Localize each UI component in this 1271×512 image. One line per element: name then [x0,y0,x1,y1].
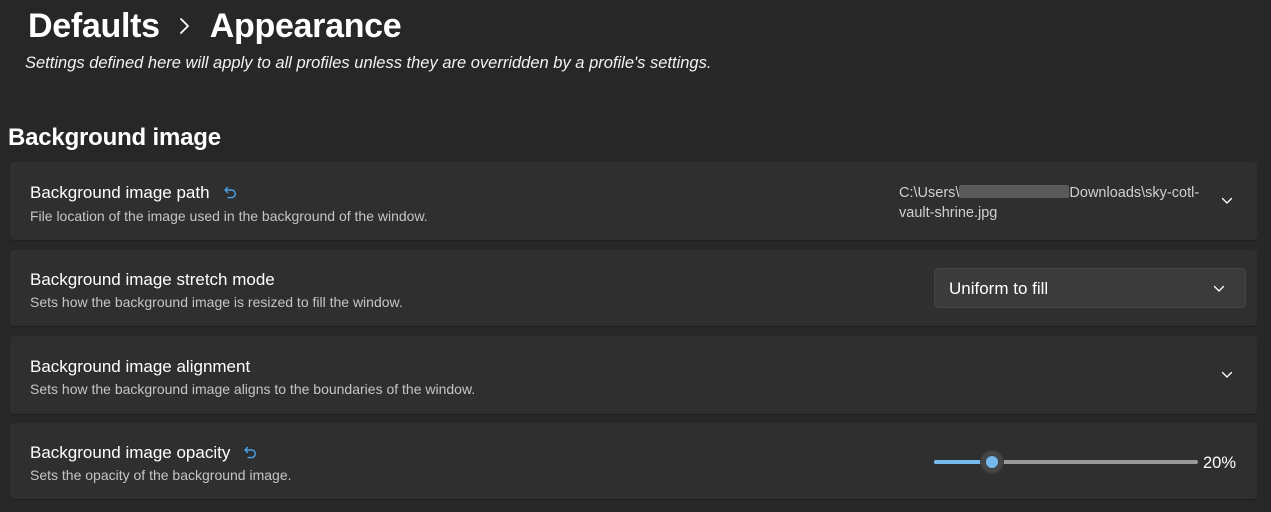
stretch-mode-selected: Uniform to fill [949,279,1049,298]
path-value: C:\Users\ Downloads\sky-cotl-vault-shrine… [899,183,1209,223]
setting-description: File location of the image used in the b… [30,208,428,224]
undo-icon[interactable] [222,185,238,201]
breadcrumb-root[interactable]: Defaults [28,7,160,46]
breadcrumb-current: Appearance [209,6,402,45]
section-title: Background image [8,124,221,151]
undo-icon[interactable] [242,445,258,461]
setting-title: Background image stretch mode [30,270,275,289]
chevron-right-icon [178,16,192,36]
settings-page: Defaults Appearance Settings defined her… [0,0,1271,512]
path-value-prefix: C:\Users\ [899,185,960,201]
redacted-username [959,185,1070,198]
chevron-down-icon[interactable] [1219,193,1235,209]
chevron-down-icon [1211,281,1227,297]
setting-background-image-stretch-mode: Background image stretch mode Sets how t… [10,250,1257,326]
breadcrumb: Defaults Appearance [28,4,402,48]
setting-title-text: Background image path [30,183,210,202]
slider-thumb[interactable] [981,451,1003,473]
setting-description: Sets the opacity of the background image… [30,467,292,483]
setting-description: Sets how the background image aligns to … [30,381,476,397]
setting-title: Background image path [30,183,238,203]
opacity-value: 20% [1203,454,1237,472]
setting-title: Background image alignment [30,357,251,376]
setting-background-image-alignment[interactable]: Background image alignment Sets how the … [10,336,1257,414]
setting-background-image-path[interactable]: Background image path File location of t… [10,162,1257,240]
setting-description: Sets how the background image is resized… [30,294,403,310]
setting-title-text: Background image opacity [30,443,231,462]
stretch-mode-dropdown[interactable]: Uniform to fill [934,268,1246,308]
opacity-slider[interactable] [934,451,1198,473]
setting-title: Background image opacity [30,443,258,463]
page-subtitle: Settings defined here will apply to all … [25,54,712,72]
setting-background-image-opacity: Background image opacity Sets the opacit… [10,423,1257,499]
chevron-down-icon[interactable] [1219,367,1235,383]
